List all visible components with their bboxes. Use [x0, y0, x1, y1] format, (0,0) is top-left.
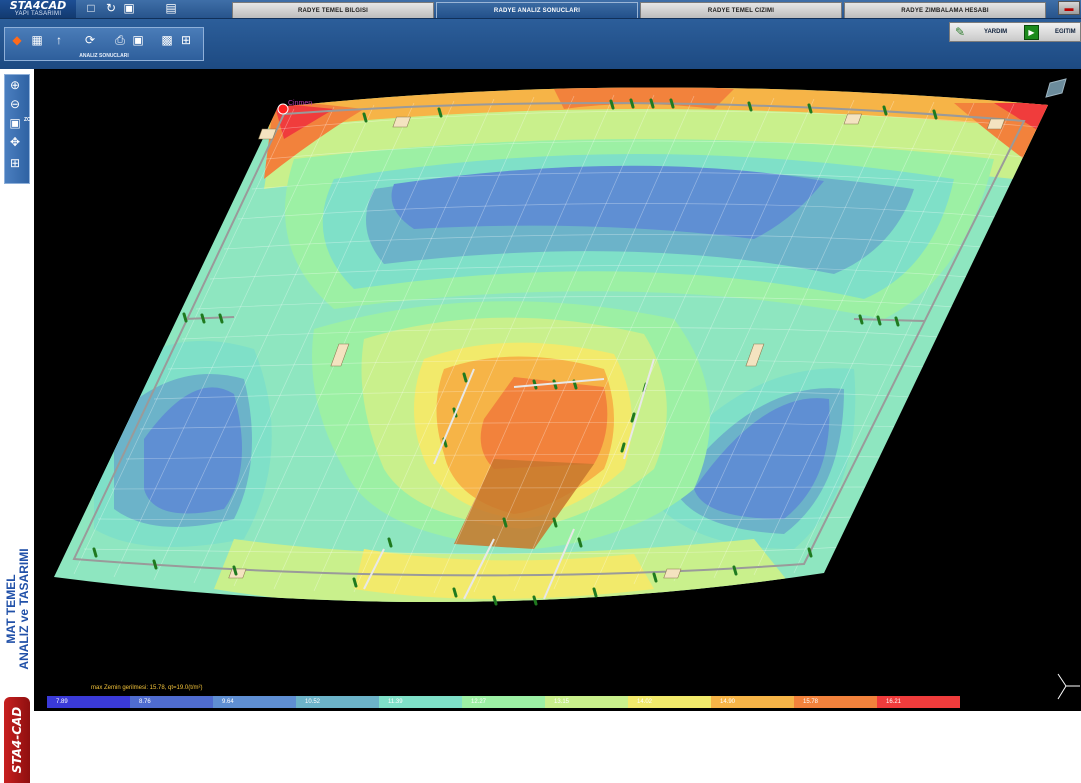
tab-radye-temel-bilgisi[interactable]: RADYE TEMEL BILGISI	[232, 2, 434, 18]
app-logo: STA4CAD YAPI TASARIMI	[0, 0, 76, 18]
logo-title: STA4CAD	[9, 0, 67, 12]
zoom-in-icon[interactable]: ⊕	[7, 77, 23, 93]
column-icon[interactable]: ↑	[50, 32, 68, 49]
legend-segment: 12.27	[462, 696, 545, 708]
export-icon[interactable]: ⊞	[177, 32, 195, 49]
help-button[interactable]: YARDIM	[984, 25, 1007, 39]
diamond-icon[interactable]: ◆	[8, 32, 26, 49]
corner-label: Cinmen	[288, 100, 312, 107]
report-icon[interactable]: ▩	[158, 32, 176, 49]
zoom-window-icon[interactable]: ▣	[7, 115, 23, 131]
legend-segment: 9.64	[213, 696, 296, 708]
brand-text: STA4-CAD	[10, 706, 24, 774]
table-icon[interactable]: ▦	[28, 32, 46, 49]
legend-segment: 11.39	[379, 696, 462, 708]
window-minimize-icon[interactable]: ▬	[1058, 1, 1080, 15]
zoom-out-icon[interactable]: ⊖	[7, 96, 23, 112]
stress-contour-plot: Cinmen	[54, 78, 1080, 700]
new-file-icon[interactable]: □	[84, 2, 98, 15]
group-label: ANALIZ SONUCLARI	[79, 53, 129, 59]
legend-segment: 14.90	[711, 696, 794, 708]
legend-segment: 8.76	[130, 696, 213, 708]
status-strip	[34, 711, 1081, 729]
zoom-tools: ⊕ ⊖ ▣ ✥ ⊞ ZOOM	[4, 74, 39, 184]
axis-tripod-icon	[1057, 673, 1080, 700]
fit-view-icon[interactable]: ⊞	[7, 155, 23, 171]
rotate-icon[interactable]: ⟳	[81, 32, 99, 49]
tab-radye-zimbalama-hesabi[interactable]: RADYE ZIMBALAMA HESABI	[844, 2, 1046, 18]
tab-radye-analiz-sonuclari[interactable]: RADYE ANALIZ SONUCLARI	[436, 2, 638, 18]
view-cube-icon[interactable]	[1045, 78, 1067, 98]
play-icon[interactable]: ▶	[1024, 25, 1039, 40]
vertical-title-line2: ANALIZ ve TASARIMI	[17, 548, 31, 670]
pan-icon[interactable]: ✥	[7, 134, 23, 150]
legend-segment: 7.89	[47, 696, 130, 708]
origin-marker[interactable]	[277, 103, 289, 115]
legend-segment: 14.02	[628, 696, 711, 708]
legend-segment: 15.78	[794, 696, 877, 708]
save-icon[interactable]: ▣	[122, 2, 136, 15]
zoom-label: ZOOM	[24, 117, 39, 123]
color-legend: 7.89 8.76 9.64 10.52 11.39 12.27 13.15 14.02 14.…	[47, 696, 960, 708]
vertical-title: MAT TEMEL ANALIZ ve TASARIMI	[3, 531, 33, 691]
help-panel: ✎ YARDIM ▶ EGITIM	[949, 22, 1081, 42]
open-file-icon[interactable]: ↻	[104, 2, 118, 15]
title-bar: STA4CAD YAPI TASARIMI □ ↻ ▣ ▤ RADYE TEME…	[0, 0, 1081, 19]
preview-icon[interactable]: ▣	[129, 32, 147, 49]
document-icon[interactable]: ▤	[164, 2, 178, 15]
tab-radye-temel-cizimi[interactable]: RADYE TEMEL CIZIMI	[640, 2, 842, 18]
3d-viewport[interactable]: Cinmen	[34, 69, 1081, 711]
toolbar: ◆ ▦ ↑ ⟳ ⎙ ▣ ▩ ⊞ ANALIZ SONUCLARI ✎ YARDI…	[0, 19, 1081, 69]
legend-segment: 16.21	[877, 696, 960, 708]
printer-icon[interactable]: ⎙	[111, 32, 129, 49]
legend-segment: 13.15	[545, 696, 628, 708]
training-button[interactable]: EGITIM	[1055, 25, 1076, 39]
brand-badge: STA4-CAD	[4, 697, 30, 783]
legend-segment: 10.52	[296, 696, 379, 708]
left-sidebar: ⊕ ⊖ ▣ ✥ ⊞ ZOOM MAT TEMEL ANALIZ ve TASAR…	[0, 69, 39, 783]
legend-caption: max Zemin gerilmesi: 15.78, qt=19.0(t/m²…	[91, 685, 203, 691]
help-pen-icon[interactable]: ✎	[955, 25, 969, 39]
analysis-results-group: ◆ ▦ ↑ ⟳ ⎙ ▣ ▩ ⊞ ANALIZ SONUCLARI	[4, 27, 204, 61]
